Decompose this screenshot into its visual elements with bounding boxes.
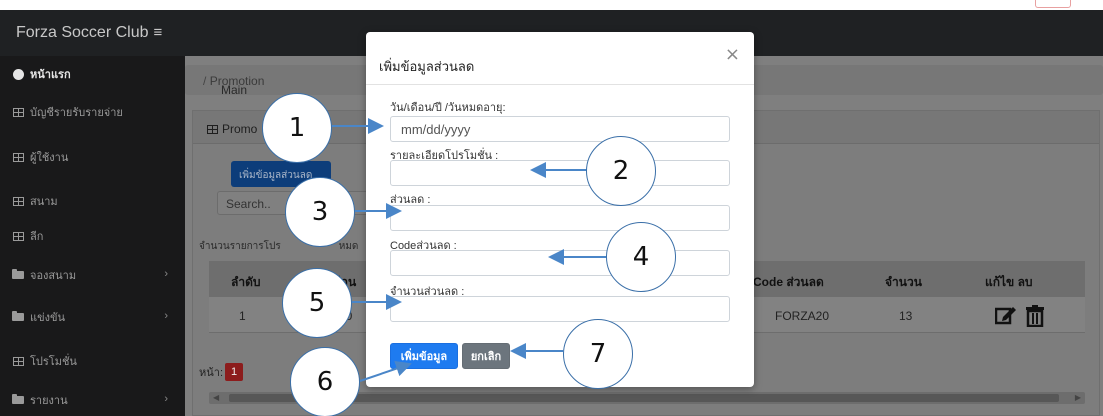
close-icon[interactable]: × <box>725 44 740 65</box>
pagination-label: หน้า: <box>199 367 224 379</box>
sidebar-item-reports[interactable]: รายงาน › <box>12 389 182 411</box>
page-button[interactable]: 1 <box>225 363 244 381</box>
modal-divider <box>366 84 754 85</box>
breadcrumb-separator: / <box>203 74 207 88</box>
discount-input[interactable] <box>390 205 730 231</box>
modal-title: เพิ่มข้อมูลส่วนลด <box>379 59 475 74</box>
brand-name: Forza Soccer Club <box>16 24 149 41</box>
sidebar-item-accounts[interactable]: บัญชีรายรับรายจ่าย <box>12 101 182 123</box>
sidebar-item-label: รายงาน <box>30 395 68 407</box>
th-index: ลำดับ <box>231 275 261 289</box>
edit-icon[interactable] <box>994 305 1017 331</box>
sidebar-item-fields[interactable]: สนาม <box>12 190 182 212</box>
breadcrumb-root[interactable]: Main <box>221 83 247 97</box>
discount-amount-input[interactable] <box>390 296 730 322</box>
scroll-left-icon[interactable]: ◀ <box>213 393 219 402</box>
top-strip-button[interactable] <box>1035 0 1071 8</box>
sidebar-item-label: บัญชีรายรับรายจ่าย <box>30 107 123 119</box>
annotation-7: 7 <box>563 319 633 389</box>
annotation-2: 2 <box>586 136 656 206</box>
sidebar-item-label: สนาม <box>30 196 58 208</box>
promotion-details-input[interactable] <box>390 160 730 186</box>
brand[interactable]: Forza Soccer Club ≡ <box>16 24 162 42</box>
folder-icon <box>12 269 24 280</box>
sidebar-item-label: ลีก <box>30 231 44 243</box>
cell-index: 1 <box>239 309 246 323</box>
annotation-1: 1 <box>262 93 332 163</box>
table-icon <box>207 124 218 134</box>
table-icon <box>12 356 24 366</box>
annotation-3: 3 <box>285 177 355 247</box>
folder-icon <box>12 311 24 322</box>
expiry-date-input[interactable] <box>390 116 730 142</box>
sidebar-item-label: ผู้ใช้งาน <box>30 152 69 164</box>
annotation-5: 5 <box>282 268 352 338</box>
th-code: Code ส่วนลด <box>753 275 824 289</box>
add-discount-modal: เพิ่มข้อมูลส่วนลด × วัน/เดือน/ปี /วันหมด… <box>366 32 754 387</box>
menu-toggle-icon[interactable]: ≡ <box>154 24 163 41</box>
pagination: หน้า: 1 <box>199 363 244 381</box>
card-title: Promo <box>222 122 258 136</box>
trash-icon[interactable] <box>1025 305 1045 333</box>
chevron-right-icon: › <box>164 310 168 322</box>
sidebar-item-label: หน้าแรก <box>30 69 71 81</box>
table-icon <box>12 152 24 162</box>
annotation-4: 4 <box>606 222 676 292</box>
sidebar: หน้าแรก บัญชีรายรับรายจ่าย ผู้ใช้งาน สนา… <box>0 56 185 416</box>
record-count-tail: หมด <box>338 241 359 252</box>
table-icon <box>12 107 24 117</box>
record-count-label: จำนวนรายการโปร <box>199 241 281 252</box>
chevron-right-icon: › <box>164 393 168 405</box>
sidebar-item-league[interactable]: ลีก <box>12 225 182 247</box>
scroll-right-icon[interactable]: ▶ <box>1075 393 1081 402</box>
th-actions: แก้ไข ลบ <box>985 275 1033 289</box>
discount-code-input[interactable] <box>390 250 730 276</box>
breadcrumb-text: Main / Promotion <box>203 74 264 97</box>
annotation-6: 6 <box>290 347 360 416</box>
sidebar-item-promotion[interactable]: โปรโมชั่น <box>12 350 182 372</box>
cell-amount: 13 <box>899 309 913 323</box>
cancel-button[interactable]: ยกเลิก <box>462 343 510 369</box>
expiry-date-label: วัน/เดือน/ปี /วันหมดอายุ: <box>390 102 506 114</box>
gauge-icon <box>12 68 24 80</box>
sidebar-item-booking[interactable]: จองสนาม › <box>12 264 182 286</box>
th-amount: จำนวน <box>885 275 922 289</box>
table-icon <box>12 231 24 241</box>
sidebar-item-home[interactable]: หน้าแรก <box>12 63 182 85</box>
folder-icon <box>12 394 24 405</box>
cell-code: FORZA20 <box>775 309 830 323</box>
sidebar-item-users[interactable]: ผู้ใช้งาน <box>12 146 182 168</box>
sidebar-item-competition[interactable]: แข่งขัน › <box>12 306 182 328</box>
chevron-right-icon: › <box>164 268 168 280</box>
sidebar-item-label: โปรโมชั่น <box>30 356 77 368</box>
sidebar-item-label: จองสนาม <box>30 270 77 282</box>
sidebar-item-label: แข่งขัน <box>30 312 66 324</box>
table-icon <box>12 196 24 206</box>
submit-button[interactable]: เพิ่มข้อมูล <box>390 343 458 369</box>
top-strip <box>0 0 1103 10</box>
card-title-wrap: Promo <box>207 122 257 136</box>
